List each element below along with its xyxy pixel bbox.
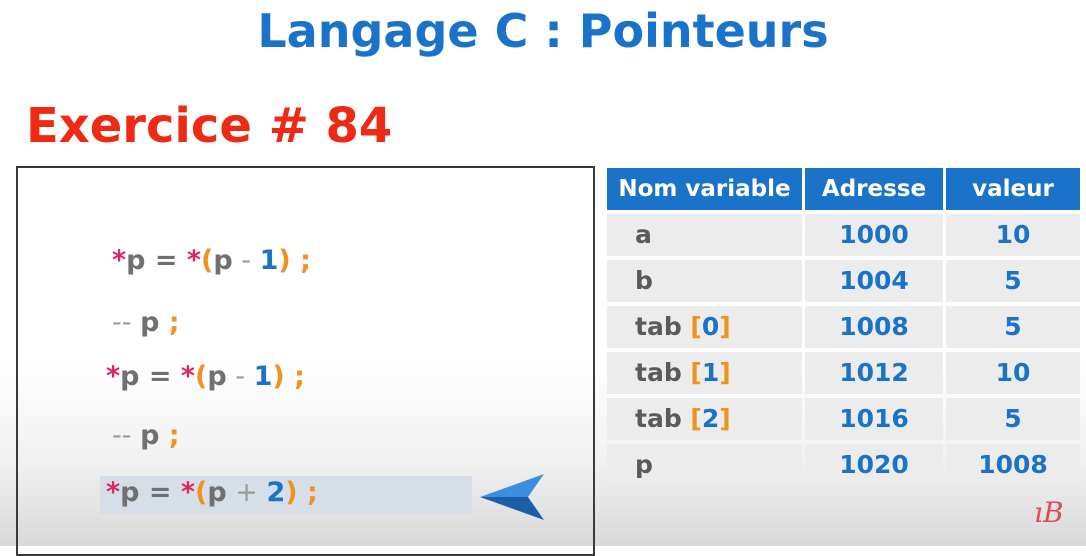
code-text: p = xyxy=(120,477,181,508)
bracket-open: [ xyxy=(690,312,702,341)
deref-operator: * xyxy=(112,245,127,276)
code-operator: - xyxy=(226,361,254,392)
cell-value: 5 xyxy=(946,398,1080,440)
cell-value: 10 xyxy=(946,352,1080,394)
semicolon: ; xyxy=(284,361,305,392)
cell-address: 1020 xyxy=(805,444,943,486)
var-name: b xyxy=(635,266,653,295)
code-line-3: *p = *(p - 1) ; xyxy=(106,361,305,392)
code-var: p xyxy=(140,420,160,451)
decrement-operator: -- xyxy=(112,420,141,451)
bracket-open: [ xyxy=(690,358,702,387)
paren-open: ( xyxy=(195,361,208,392)
paren-open: ( xyxy=(195,477,208,508)
bracket-close: ] xyxy=(719,358,731,387)
code-number: 1 xyxy=(253,361,273,392)
code-operator: - xyxy=(232,245,260,276)
cell-address: 1012 xyxy=(805,352,943,394)
array-index: 1 xyxy=(701,358,720,387)
cell-address: 1000 xyxy=(805,214,943,256)
cell-address: 1008 xyxy=(805,306,943,348)
paren-open: ( xyxy=(201,245,214,276)
paren-close: ) xyxy=(278,245,291,276)
deref-operator: * xyxy=(106,361,121,392)
code-line-1: *p = *(p - 1) ; xyxy=(112,245,311,276)
pointer-arrow-icon xyxy=(480,474,544,520)
bracket-close: ] xyxy=(719,312,731,341)
semicolon: ; xyxy=(297,477,318,508)
cell-name: tab [2] xyxy=(607,398,802,440)
code-var: p xyxy=(140,307,160,338)
cell-name: tab [1] xyxy=(607,352,802,394)
header-value: valeur xyxy=(946,168,1080,210)
semicolon: ; xyxy=(290,245,311,276)
cell-value: 5 xyxy=(946,306,1080,348)
paren-close: ) xyxy=(285,477,298,508)
code-var: p xyxy=(207,361,227,392)
brand-logo-icon: ıB xyxy=(1034,496,1064,529)
semicolon: ; xyxy=(159,307,180,338)
bracket-close: ] xyxy=(719,404,731,433)
cell-value: 10 xyxy=(946,214,1080,256)
cell-name: a xyxy=(607,214,802,256)
semicolon: ; xyxy=(159,420,180,451)
cell-address: 1016 xyxy=(805,398,943,440)
code-line-5: *p = *(p + 2) ; xyxy=(106,477,318,508)
array-index: 0 xyxy=(701,312,720,341)
decrement-operator: -- xyxy=(112,307,141,338)
var-name: tab xyxy=(635,404,691,433)
var-name: tab xyxy=(635,312,691,341)
deref-operator: * xyxy=(180,477,195,508)
code-number: 2 xyxy=(266,477,286,508)
cell-value: 5 xyxy=(946,260,1080,302)
cell-address: 1004 xyxy=(805,260,943,302)
code-operator: + xyxy=(226,477,267,508)
code-text: p = xyxy=(126,245,187,276)
var-name: a xyxy=(635,220,652,249)
paren-close: ) xyxy=(272,361,285,392)
deref-operator: * xyxy=(180,361,195,392)
cell-value: 1008 xyxy=(946,444,1080,486)
cell-name: tab [0] xyxy=(607,306,802,348)
header-name: Nom variable xyxy=(607,168,802,210)
code-var: p xyxy=(213,245,233,276)
array-index: 2 xyxy=(701,404,720,433)
var-name: p xyxy=(635,450,653,479)
code-line-4: -- p ; xyxy=(112,420,180,451)
cell-name: p xyxy=(607,444,802,486)
code-line-2: -- p ; xyxy=(112,307,180,338)
bracket-open: [ xyxy=(690,404,702,433)
code-text: p = xyxy=(120,361,181,392)
deref-operator: * xyxy=(106,477,121,508)
code-var: p xyxy=(207,477,227,508)
code-number: 1 xyxy=(259,245,279,276)
exercise-heading: Exercice # 84 xyxy=(26,98,393,154)
page-title: Langage C : Pointeurs xyxy=(257,4,829,58)
deref-operator: * xyxy=(186,245,201,276)
cell-name: b xyxy=(607,260,802,302)
var-name: tab xyxy=(635,358,691,387)
header-address: Adresse xyxy=(805,168,943,210)
